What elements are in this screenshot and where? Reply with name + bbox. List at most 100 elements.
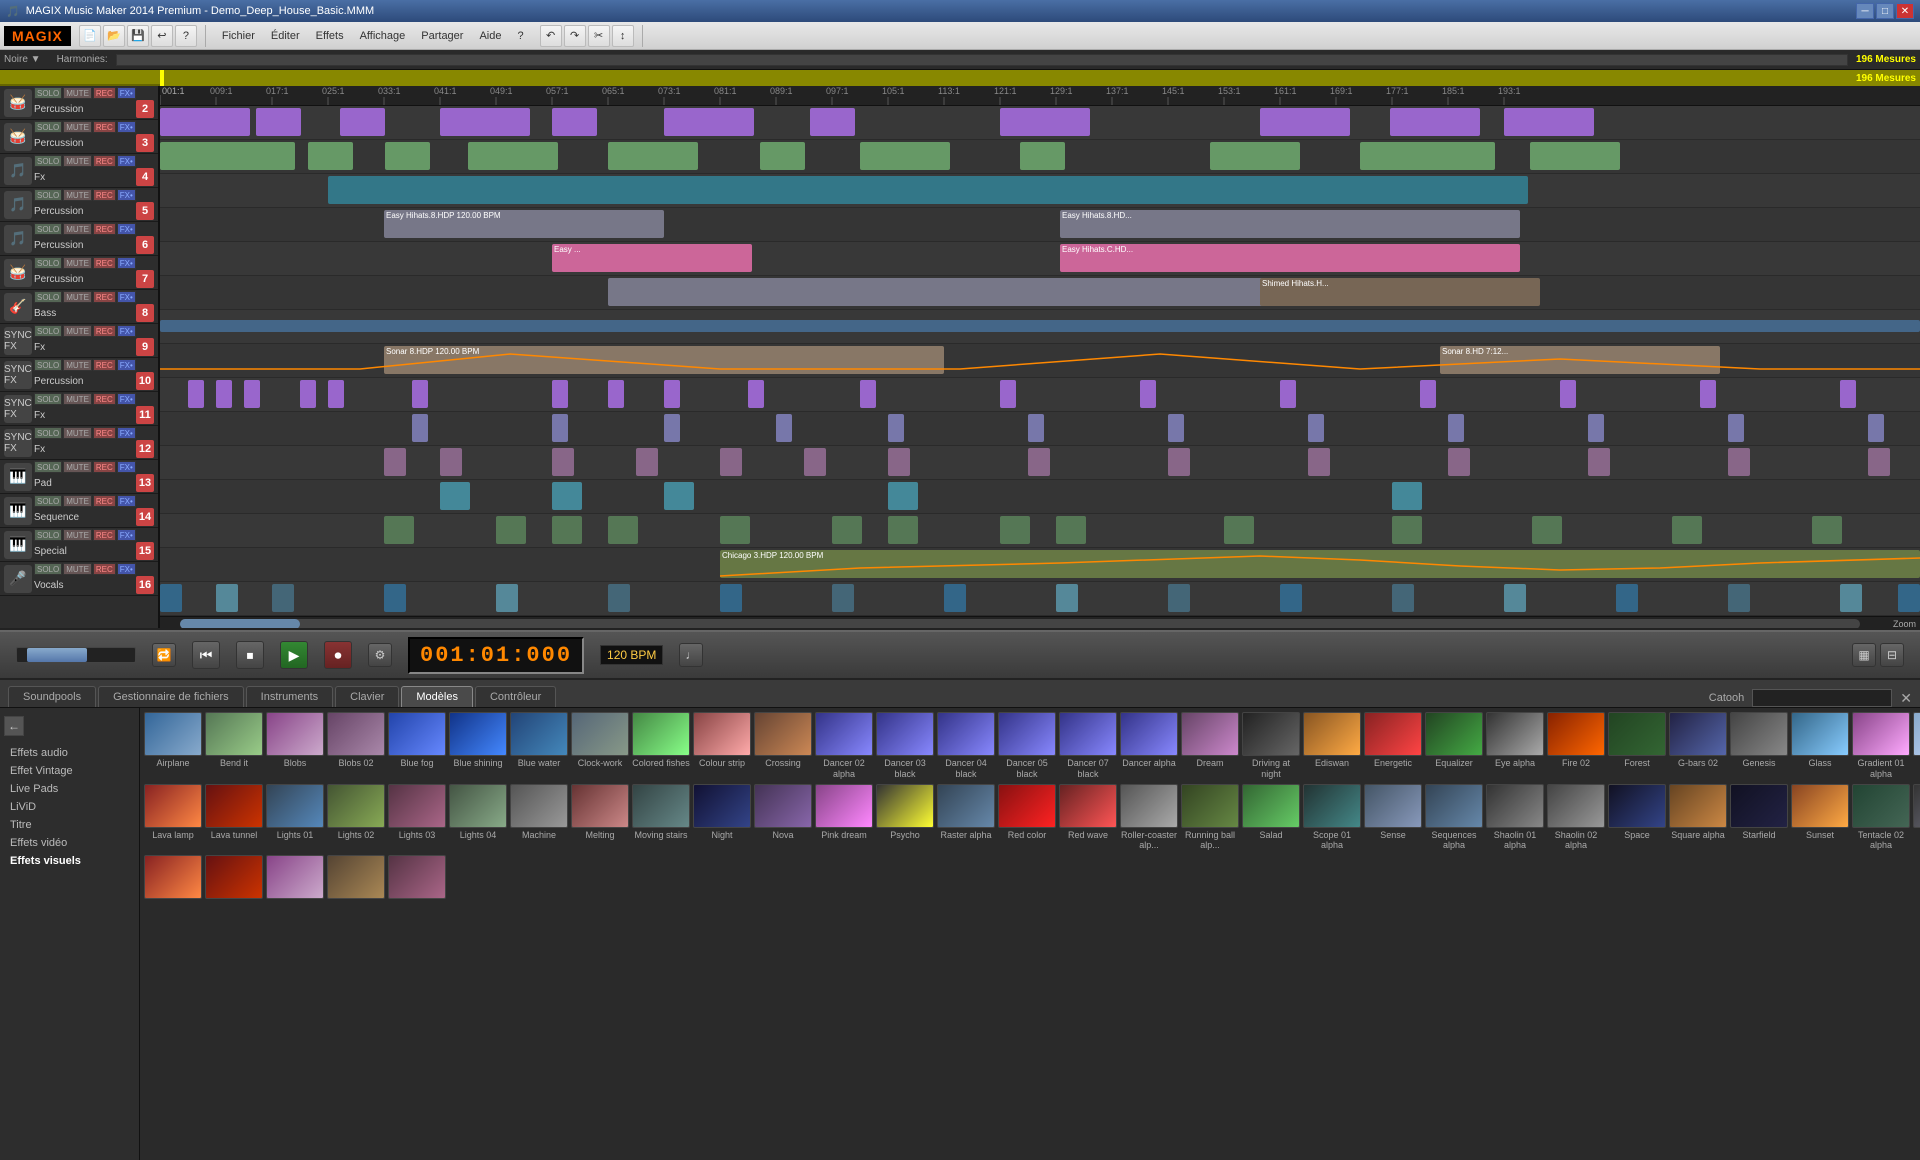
media-item[interactable]: Equalizer — [1425, 712, 1483, 780]
metronome-button[interactable]: ♩ — [679, 643, 703, 667]
clip[interactable] — [160, 142, 295, 170]
clip[interactable] — [328, 176, 1528, 204]
media-item[interactable]: Lights 01 — [266, 784, 324, 852]
clip[interactable] — [1308, 448, 1330, 476]
fx-btn-6[interactable]: FX• — [117, 223, 136, 235]
track-lane-6[interactable]: Easy ... Easy Hihats.C.HD... — [160, 242, 1920, 276]
media-item[interactable]: Colour strip — [693, 712, 751, 780]
menu-partager[interactable]: Partager — [413, 28, 471, 44]
clip[interactable] — [552, 448, 574, 476]
track-lane-7[interactable]: Shimed Hihats.H... — [160, 276, 1920, 310]
clip[interactable] — [1260, 108, 1350, 136]
media-item[interactable]: Lava lamp — [144, 784, 202, 852]
clip[interactable] — [1000, 108, 1090, 136]
mute-btn-7[interactable]: MUTE — [63, 257, 92, 269]
clip[interactable] — [384, 516, 414, 544]
fx-btn-15[interactable]: FX• — [117, 529, 136, 541]
media-item[interactable]: Roller-coaster alp... — [1120, 784, 1178, 852]
media-item[interactable]: Ediswan — [1303, 712, 1361, 780]
mute-btn-6[interactable]: MUTE — [63, 223, 92, 235]
clip[interactable] — [1280, 584, 1302, 612]
clip[interactable] — [664, 380, 680, 408]
media-item[interactable]: Genesis — [1730, 712, 1788, 780]
clip[interactable] — [804, 448, 826, 476]
clip[interactable] — [608, 380, 624, 408]
tab-modeles[interactable]: Modèles — [401, 686, 473, 707]
track-lane-4[interactable] — [160, 174, 1920, 208]
clip[interactable] — [1672, 516, 1702, 544]
media-item[interactable]: Icewind — [1913, 712, 1920, 780]
clip[interactable] — [1392, 584, 1414, 612]
clip[interactable] — [888, 448, 910, 476]
media-item[interactable] — [144, 855, 202, 901]
fx-btn-4[interactable]: FX• — [117, 155, 136, 167]
tab-soundpools[interactable]: Soundpools — [8, 686, 96, 707]
rec-btn-5[interactable]: REC — [93, 189, 116, 201]
media-item[interactable]: Colored fishes — [632, 712, 690, 780]
media-item[interactable] — [327, 855, 385, 901]
media-item[interactable]: Psycho — [876, 784, 934, 852]
clip[interactable] — [440, 482, 470, 510]
media-item[interactable]: Glass — [1791, 712, 1849, 780]
hscroll-thumb[interactable] — [180, 619, 300, 628]
clip[interactable] — [832, 516, 862, 544]
clip[interactable] — [1812, 516, 1842, 544]
mute-btn-15[interactable]: MUTE — [63, 529, 92, 541]
media-item[interactable]: Melting — [571, 784, 629, 852]
fx-btn-12[interactable]: FX• — [117, 427, 136, 439]
mute-btn-2[interactable]: MUTE — [63, 87, 92, 99]
clip[interactable] — [440, 448, 462, 476]
clip[interactable] — [1390, 108, 1480, 136]
clip[interactable] — [776, 414, 792, 442]
clip[interactable] — [1448, 414, 1464, 442]
clip[interactable] — [1020, 142, 1065, 170]
transport-scroll[interactable] — [16, 647, 136, 663]
arranger-tracks[interactable]: 001:1 009:1 017:1 025:1 033:1 041:1 — [160, 86, 1920, 628]
scissors-button[interactable]: ✂ — [588, 25, 610, 47]
clip[interactable] — [300, 380, 316, 408]
mute-btn-13[interactable]: MUTE — [63, 461, 92, 473]
track-lane-16[interactable] — [160, 582, 1920, 616]
media-item[interactable] — [205, 855, 263, 901]
clip[interactable] — [552, 108, 597, 136]
play-button[interactable]: ▶ — [280, 641, 308, 669]
clip[interactable]: Sonar 8.HDP 120.00 BPM — [384, 346, 944, 374]
clip[interactable] — [1840, 584, 1862, 612]
media-item[interactable]: Gradient 01 alpha — [1852, 712, 1910, 780]
track-lane-10[interactable] — [160, 378, 1920, 412]
clip[interactable] — [1840, 380, 1856, 408]
clip[interactable] — [1000, 516, 1030, 544]
media-item[interactable]: Moving stairs — [632, 784, 690, 852]
stop-button[interactable]: ⏹ — [236, 641, 264, 669]
fx-btn-10[interactable]: FX• — [117, 359, 136, 371]
clip[interactable] — [1560, 380, 1576, 408]
media-item[interactable]: Driving at night — [1242, 712, 1300, 780]
track-lane-8[interactable] — [160, 310, 1920, 344]
media-item[interactable]: Blobs — [266, 712, 324, 780]
media-item[interactable]: Pink dream — [815, 784, 873, 852]
rec-btn-9[interactable]: REC — [93, 325, 116, 337]
clip[interactable] — [1728, 414, 1744, 442]
media-item[interactable]: Clock-work — [571, 712, 629, 780]
clip[interactable] — [216, 584, 238, 612]
rec-btn-11[interactable]: REC — [93, 393, 116, 405]
track-lane-2[interactable] — [160, 106, 1920, 140]
solo-btn-16[interactable]: SOLO — [34, 563, 62, 575]
close-button[interactable]: ✕ — [1896, 3, 1914, 19]
fx-btn-2[interactable]: FX• — [117, 87, 136, 99]
clip[interactable] — [1224, 516, 1254, 544]
rec-btn-2[interactable]: REC — [93, 87, 116, 99]
media-item[interactable]: Train — [1913, 784, 1920, 852]
clip[interactable] — [832, 584, 854, 612]
clip[interactable] — [720, 584, 742, 612]
media-item[interactable]: Blobs 02 — [327, 712, 385, 780]
solo-btn-6[interactable]: SOLO — [34, 223, 62, 235]
media-item[interactable]: Red color — [998, 784, 1056, 852]
rewind-button[interactable]: ⏮ — [192, 641, 220, 669]
track-lane-5[interactable]: Easy Hihats.8.HDP 120.00 BPM Easy Hihats… — [160, 208, 1920, 242]
media-item[interactable]: Sunset — [1791, 784, 1849, 852]
rec-btn-16[interactable]: REC — [93, 563, 116, 575]
clip[interactable]: Easy Hihats.8.HDP 120.00 BPM — [384, 210, 664, 238]
media-item[interactable] — [388, 855, 446, 901]
record-button[interactable]: ⏺ — [324, 641, 352, 669]
